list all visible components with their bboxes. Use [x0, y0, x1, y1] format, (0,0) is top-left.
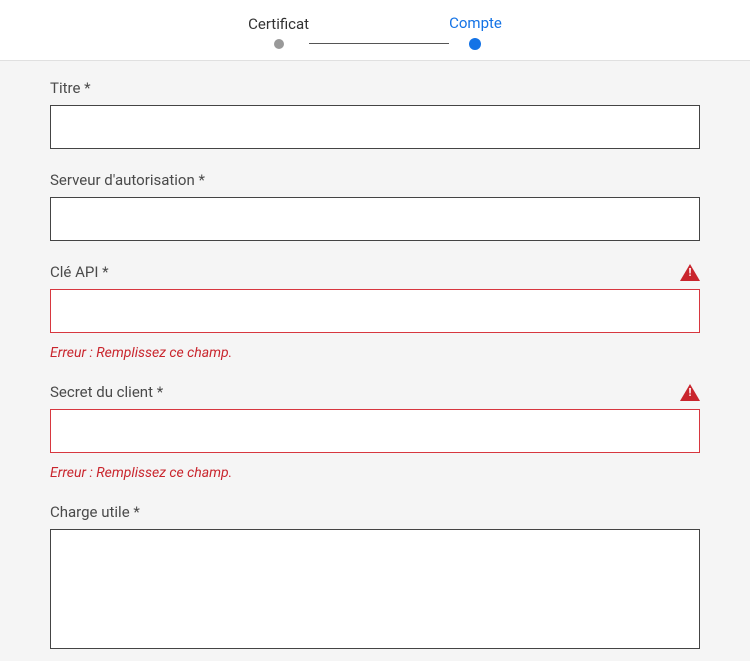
- api-key-error: Erreur : Remplissez ce champ.: [50, 345, 700, 361]
- auth-server-label: Serveur d'autorisation *: [50, 171, 205, 189]
- title-input[interactable]: [50, 105, 700, 149]
- step-dot-active: [469, 38, 481, 50]
- step-compte[interactable]: Compte: [449, 14, 502, 50]
- step-compte-label: Compte: [449, 14, 502, 32]
- field-title: Titre *: [50, 79, 700, 149]
- client-secret-error: Erreur : Remplissez ce champ.: [50, 465, 700, 481]
- field-payload: Charge utile *: [50, 503, 700, 653]
- form-container: Titre * Serveur d'autorisation * Clé API…: [0, 61, 750, 653]
- field-api-key: Clé API * Erreur : Remplissez ce champ.: [50, 263, 700, 361]
- field-auth-server: Serveur d'autorisation *: [50, 171, 700, 241]
- step-certificat[interactable]: Certificat: [248, 15, 309, 49]
- api-key-label: Clé API *: [50, 263, 109, 281]
- payload-label: Charge utile *: [50, 503, 140, 521]
- field-client-secret: Secret du client * Erreur : Remplissez c…: [50, 383, 700, 481]
- stepper: Certificat Compte: [0, 14, 750, 50]
- step-dot-inactive: [274, 39, 284, 49]
- client-secret-label: Secret du client *: [50, 383, 163, 401]
- title-label: Titre *: [50, 79, 91, 97]
- auth-server-input[interactable]: [50, 197, 700, 241]
- client-secret-input[interactable]: [50, 409, 700, 453]
- warning-icon: [680, 384, 700, 401]
- step-certificat-label: Certificat: [248, 15, 309, 33]
- warning-icon: [680, 264, 700, 281]
- stepper-connector: [309, 43, 449, 44]
- api-key-input[interactable]: [50, 289, 700, 333]
- payload-textarea[interactable]: [50, 529, 700, 649]
- stepper-header: Certificat Compte: [0, 0, 750, 61]
